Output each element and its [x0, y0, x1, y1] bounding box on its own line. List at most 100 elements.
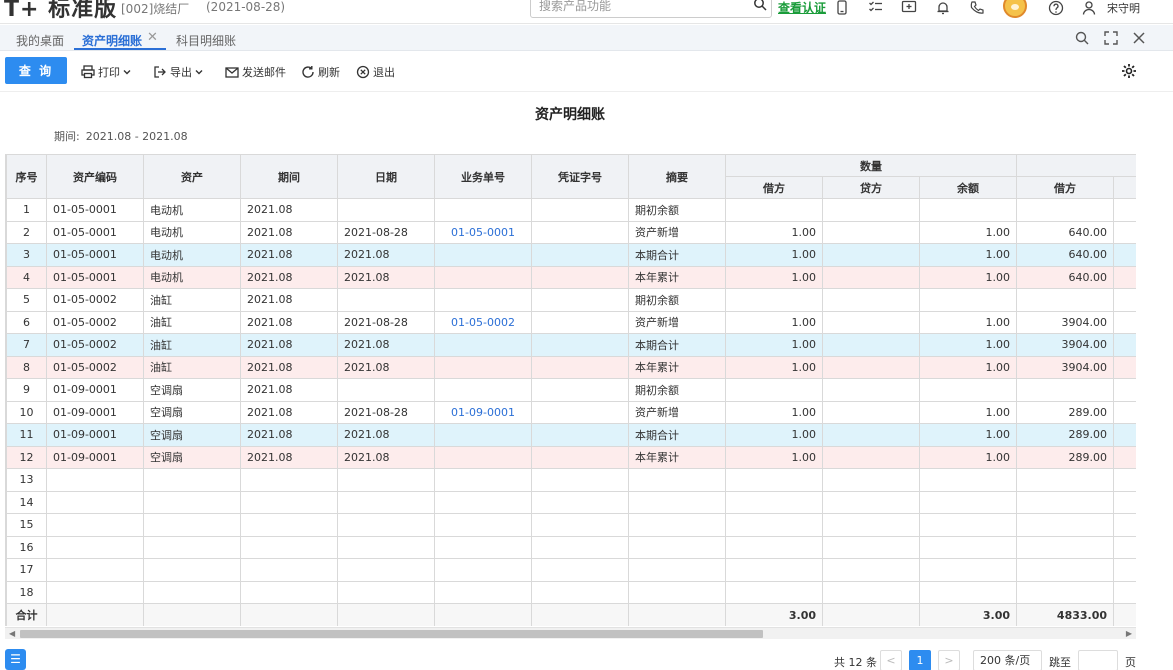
- search-icon[interactable]: [1074, 30, 1090, 46]
- search-input[interactable]: [531, 0, 741, 17]
- col-header-amt-debit[interactable]: 借方: [1016, 176, 1115, 199]
- col-header-code[interactable]: 资产编码: [46, 154, 144, 199]
- doc-no-link[interactable]: 01-05-0002: [434, 310, 532, 334]
- qty-balance-cell: 1.00: [918, 265, 1018, 289]
- message-icon[interactable]: [901, 0, 917, 16]
- table-row[interactable]: 2 01-05-0001 电动机 2021.08 2021-08-28 01-05-000…: [6, 220, 1136, 244]
- asset-ledger-grid[interactable]: 序号 资产编码 资产 期间 日期 业务单号 凭证字号 摘要 数量 借方 贷方 余…: [5, 154, 1136, 626]
- top-header: T+ 标准版 [002]烧结厂 (2021-08-28) 查看认证 宋守明: [0, 0, 1173, 24]
- export-button[interactable]: 导出: [153, 64, 207, 80]
- qty-credit-cell: [822, 580, 920, 604]
- doc-no-link[interactable]: 01-09-0001: [434, 400, 532, 424]
- phone-device-icon[interactable]: [834, 0, 850, 16]
- bell-icon[interactable]: [935, 0, 951, 16]
- jump-page-input[interactable]: [1078, 650, 1118, 670]
- table-row[interactable]: 13: [6, 468, 1136, 492]
- col-header-qty-credit[interactable]: 贷方: [822, 176, 920, 199]
- scroll-left-icon[interactable]: ◀: [9, 628, 15, 640]
- user-name[interactable]: 宋守明: [1107, 0, 1140, 16]
- period-value: 2021.08 - 2021.08: [85, 130, 188, 143]
- doc-no-link: [434, 265, 532, 289]
- doc-no-link[interactable]: 01-05-0001: [434, 220, 532, 244]
- table-row[interactable]: 10 01-09-0001 空调扇 2021.08 2021-08-28 01-09-00…: [6, 400, 1136, 424]
- table-row[interactable]: 18: [6, 580, 1136, 604]
- summary-cell: 期初余额: [628, 288, 726, 312]
- amt-debit-cell: 289.00: [1016, 400, 1115, 424]
- user-icon[interactable]: [1081, 0, 1097, 16]
- table-row[interactable]: 12 01-09-0001 空调扇 2021.08 2021.08 本年累计 1.00 1.0…: [6, 445, 1136, 469]
- period-cell: [240, 468, 338, 492]
- send-mail-button[interactable]: 发送邮件: [225, 64, 286, 80]
- col-header-qty-debit[interactable]: 借方: [725, 176, 823, 199]
- close-icon[interactable]: [1131, 30, 1147, 46]
- horizontal-scrollbar[interactable]: ◀ ▶: [5, 627, 1136, 639]
- task-list-icon[interactable]: [868, 0, 884, 16]
- col-header-doc-no[interactable]: 业务单号: [434, 154, 532, 199]
- col-header-period[interactable]: 期间: [240, 154, 338, 199]
- fullscreen-icon[interactable]: [1103, 30, 1119, 46]
- print-button[interactable]: 打印: [81, 64, 135, 80]
- col-header-no[interactable]: 序号: [6, 154, 47, 199]
- phone-icon[interactable]: [969, 0, 985, 16]
- col-header-asset[interactable]: 资产: [143, 154, 241, 199]
- table-row[interactable]: 4 01-05-0001 电动机 2021.08 2021.08 本年累计 1.00 1.00…: [6, 265, 1136, 289]
- column-settings-icon[interactable]: ☰: [5, 649, 26, 670]
- total-cell: [822, 603, 920, 626]
- qty-credit-cell: [822, 310, 920, 334]
- refresh-button[interactable]: 刷新: [301, 64, 340, 80]
- asset-name-cell: [143, 558, 241, 582]
- col-group-quantity: 数量: [724, 154, 1018, 177]
- table-row[interactable]: 16: [6, 535, 1136, 559]
- tab-close-icon[interactable]: ✕: [147, 30, 158, 45]
- asset-code-cell: 01-05-0001: [46, 198, 144, 222]
- col-header-summary[interactable]: 摘要: [628, 154, 726, 199]
- table-row[interactable]: 6 01-05-0002 油缸 2021.08 2021-08-28 01-05-0002…: [6, 310, 1136, 334]
- table-row[interactable]: 7 01-05-0002 油缸 2021.08 2021.08 本期合计 1.00 1.00 3…: [6, 333, 1136, 357]
- asset-name-cell: [143, 513, 241, 537]
- tab-account-ledger[interactable]: 科目明细账: [176, 32, 236, 49]
- row-no: 10: [6, 400, 47, 424]
- col-header-voucher[interactable]: 凭证字号: [531, 154, 629, 199]
- scrollbar-thumb[interactable]: [20, 630, 763, 638]
- tab-desktop[interactable]: 我的桌面: [16, 32, 64, 49]
- date-cell: 2021.08: [337, 355, 435, 379]
- table-row[interactable]: 17: [6, 558, 1136, 582]
- col-header-qty-balance[interactable]: 余额: [918, 176, 1018, 199]
- exit-button[interactable]: 退出: [356, 64, 395, 80]
- asset-code-cell: 01-05-0001: [46, 243, 144, 267]
- gear-icon[interactable]: [1121, 63, 1137, 79]
- brand-prefix: T+: [4, 0, 40, 22]
- query-button[interactable]: 查 询: [5, 57, 67, 84]
- refresh-label: 刷新: [318, 66, 340, 79]
- period-cell: 2021.08: [240, 198, 338, 222]
- col-header-date[interactable]: 日期: [337, 154, 435, 199]
- next-page-button[interactable]: >: [938, 650, 960, 670]
- scroll-right-icon[interactable]: ▶: [1126, 628, 1132, 640]
- voucher-cell: [531, 468, 629, 492]
- table-row[interactable]: 14: [6, 490, 1136, 514]
- prev-page-button[interactable]: <: [880, 650, 902, 670]
- mascot-avatar[interactable]: [1003, 0, 1027, 18]
- col-header-amt-credit[interactable]: [1113, 176, 1136, 199]
- qty-balance-cell: [918, 535, 1018, 559]
- table-row[interactable]: 11 01-09-0001 空调扇 2021.08 2021.08 本期合计 1.00 1.0…: [6, 423, 1136, 447]
- table-row[interactable]: 9 01-09-0001 空调扇 2021.08 期初余额: [6, 378, 1136, 402]
- search-icon[interactable]: [753, 0, 767, 11]
- help-icon[interactable]: [1048, 0, 1064, 16]
- verify-link[interactable]: 查看认证: [778, 0, 826, 16]
- voucher-cell: [531, 288, 629, 312]
- table-row[interactable]: 3 01-05-0001 电动机 2021.08 2021.08 本期合计 1.00 1.00…: [6, 243, 1136, 267]
- date-cell: [337, 198, 435, 222]
- table-row[interactable]: 5 01-05-0002 油缸 2021.08 期初余额: [6, 288, 1136, 312]
- voucher-cell: [531, 580, 629, 604]
- qty-credit-cell: [822, 265, 920, 289]
- table-row[interactable]: 15: [6, 513, 1136, 537]
- qty-debit-cell: [725, 288, 823, 312]
- asset-code-cell: [46, 580, 144, 604]
- table-row[interactable]: 1 01-05-0001 电动机 2021.08 期初余额: [6, 198, 1136, 222]
- table-row[interactable]: 8 01-05-0002 油缸 2021.08 2021.08 本年累计 1.00 1.00 3…: [6, 355, 1136, 379]
- tab-asset-ledger[interactable]: 资产明细账: [82, 32, 142, 49]
- page-size-select[interactable]: 200 条/页: [973, 650, 1042, 670]
- page-1-button[interactable]: 1: [909, 650, 931, 670]
- summary-cell: 期初余额: [628, 378, 726, 402]
